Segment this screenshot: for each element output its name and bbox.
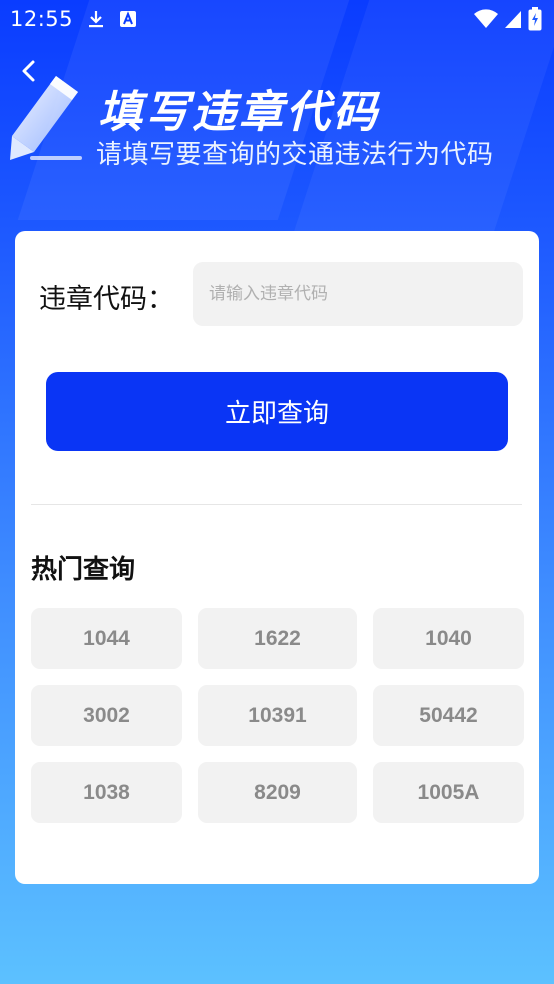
battery-icon (528, 7, 542, 31)
status-bar: 12:55 (0, 0, 554, 38)
hot-code-chip[interactable]: 8209 (198, 762, 357, 823)
hot-code-chip[interactable]: 10391 (198, 685, 357, 746)
hot-query-grid: 1044 1622 1040 3002 10391 50442 1038 820… (31, 608, 524, 823)
divider (31, 504, 522, 505)
hot-code-chip[interactable]: 3002 (31, 685, 182, 746)
code-field-label: 违章代码： (39, 284, 174, 315)
page-subtitle: 请填写要查询的交通违法行为代码 (96, 140, 494, 170)
hot-code-chip[interactable]: 1044 (31, 608, 182, 669)
pencil-icon (8, 72, 88, 164)
download-icon (87, 9, 105, 29)
hot-query-title: 热门查询 (31, 555, 136, 585)
violation-code-input[interactable] (193, 262, 523, 326)
hot-code-chip[interactable]: 1038 (31, 762, 182, 823)
wifi-icon (474, 9, 498, 29)
status-time: 12:55 (10, 7, 74, 31)
hot-code-chip[interactable]: 1005A (373, 762, 524, 823)
notification-a-icon (119, 10, 137, 28)
hot-code-chip[interactable]: 50442 (373, 685, 524, 746)
hot-code-chip[interactable]: 1040 (373, 608, 524, 669)
query-card: 违章代码： 立即查询 热门查询 1044 1622 1040 3002 1039… (15, 231, 539, 884)
signal-icon (504, 9, 522, 29)
page-title: 填写违章代码 (98, 87, 380, 138)
query-button[interactable]: 立即查询 (46, 372, 508, 451)
hot-code-chip[interactable]: 1622 (198, 608, 357, 669)
